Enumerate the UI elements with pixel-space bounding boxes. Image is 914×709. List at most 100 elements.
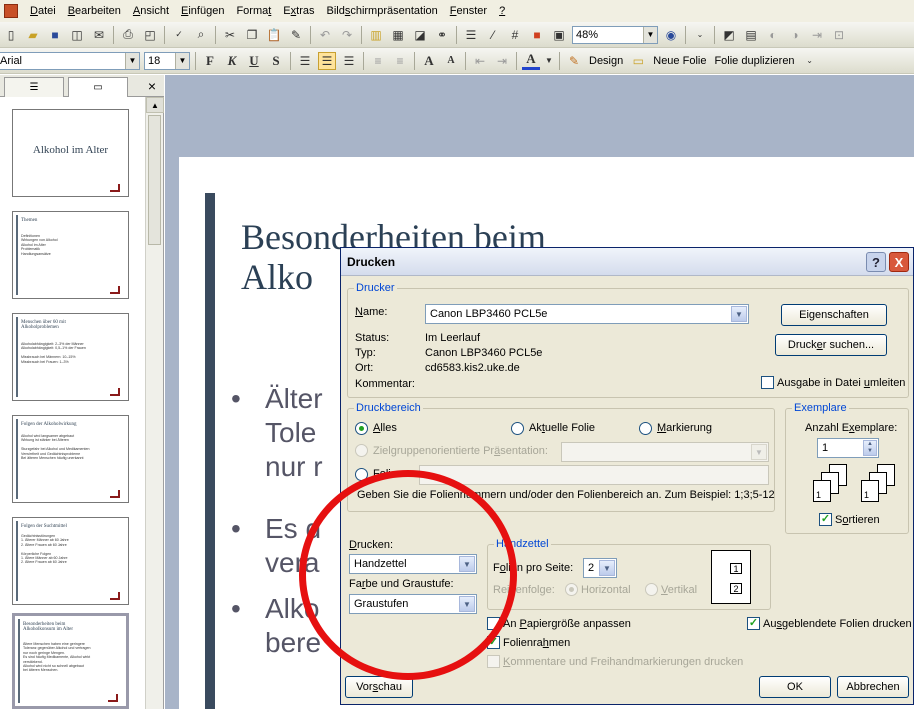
tab-outline[interactable]: ☰ bbox=[4, 77, 64, 97]
grid-icon[interactable]: # bbox=[506, 26, 524, 44]
color-grayscale-icon[interactable]: ■ bbox=[528, 26, 546, 44]
help-button[interactable]: ? bbox=[866, 252, 886, 272]
open-folder-icon[interactable]: ▰ bbox=[24, 26, 42, 44]
bold-button[interactable]: F bbox=[201, 52, 219, 70]
bullets-icon[interactable]: ≡ bbox=[391, 52, 409, 70]
menu-extras[interactable]: Extras bbox=[277, 5, 320, 17]
paste-icon[interactable]: 📋 bbox=[265, 26, 283, 44]
new-slide-icon[interactable]: ▭ bbox=[629, 52, 647, 70]
slides-per-page-select[interactable]: 2 ▼ bbox=[583, 558, 617, 578]
show-formatting-icon[interactable]: ⁄ bbox=[484, 26, 502, 44]
close-button[interactable]: X bbox=[889, 252, 909, 272]
chevron-down-icon[interactable]: ▼ bbox=[731, 306, 747, 322]
grow-font-button[interactable]: A bbox=[420, 52, 438, 70]
scroll-thumb[interactable] bbox=[148, 115, 161, 245]
new-document-icon[interactable]: ▯ bbox=[2, 26, 20, 44]
comments-checkbox[interactable] bbox=[487, 655, 500, 668]
save-icon[interactable]: ■ bbox=[46, 26, 64, 44]
menu-bildschirmpraesentation[interactable]: Bildschirmpräsentation bbox=[320, 5, 443, 17]
frame-slides-checkbox[interactable]: ✓ bbox=[487, 636, 500, 649]
email-icon[interactable]: ✉ bbox=[90, 26, 108, 44]
shadow-button[interactable]: S bbox=[267, 52, 285, 70]
thumbnails-scrollbar[interactable]: ▲ bbox=[145, 97, 164, 709]
close-icon[interactable]: × bbox=[148, 78, 156, 94]
slide-thumbnail-selected[interactable]: Besonderheiten beim Alkoholkonsum im Alt… bbox=[12, 613, 129, 709]
insert-chart-icon[interactable]: ▥ bbox=[367, 26, 385, 44]
font-combo[interactable]: Arial ▼ bbox=[0, 51, 140, 70]
arrange-icon[interactable]: ⇥ bbox=[808, 26, 826, 44]
cancel-button[interactable]: Abbrechen bbox=[837, 676, 909, 698]
print-hidden-slides-checkbox[interactable]: ✓ bbox=[747, 617, 760, 630]
collate-checkbox[interactable]: ✓ bbox=[819, 513, 832, 526]
scale-to-paper-checkbox[interactable] bbox=[487, 617, 500, 630]
research-icon[interactable]: ⌕ bbox=[192, 26, 210, 44]
powerpoint-app-icon[interactable] bbox=[4, 4, 18, 18]
range-custom-show-radio[interactable] bbox=[355, 444, 368, 457]
design-icon[interactable]: ✎ bbox=[565, 52, 583, 70]
distribute-icon[interactable]: ◑ bbox=[786, 26, 804, 44]
design-button[interactable]: Design bbox=[585, 55, 627, 67]
zoom-combo[interactable]: 48% ▼ bbox=[572, 25, 658, 44]
toolbar-options-icon[interactable]: ⌄ bbox=[691, 26, 709, 44]
numbering-icon[interactable]: ≡ bbox=[369, 52, 387, 70]
find-printer-button[interactable]: Druck e r suchen... bbox=[775, 334, 887, 356]
undo-icon[interactable]: ↶ bbox=[316, 26, 334, 44]
new-slide-button[interactable]: Neue Folie bbox=[649, 55, 710, 67]
slide-thumbnail[interactable]: Menschen über 60 mit Alkoholproblemen Al… bbox=[12, 313, 129, 401]
hyperlink-icon[interactable]: ⚭ bbox=[433, 26, 451, 44]
toolbar-options-icon[interactable]: ⌄ bbox=[801, 52, 819, 70]
slide-thumbnail[interactable]: Alkohol im Alter bbox=[12, 109, 129, 197]
slide-thumbnail[interactable]: Folgen der Suchtmittel Gedächtnisstörung… bbox=[12, 517, 129, 605]
range-selection-radio[interactable] bbox=[639, 422, 652, 435]
range-slides-label[interactable]: Folien: bbox=[373, 468, 406, 480]
decrease-indent-icon[interactable]: ⇤ bbox=[471, 52, 489, 70]
chevron-down-icon[interactable]: ▼ bbox=[751, 444, 767, 460]
print-hidden-slides-label[interactable]: Ausgeblendete Folien drucken bbox=[763, 618, 912, 630]
format-painter-icon[interactable]: ✎ bbox=[287, 26, 305, 44]
expand-all-icon[interactable]: ☰ bbox=[462, 26, 480, 44]
color-select[interactable]: Graustufen ▼ bbox=[349, 594, 477, 614]
font-size-combo[interactable]: 18 ▼ bbox=[144, 51, 190, 70]
order-vertical-radio[interactable] bbox=[645, 583, 658, 596]
properties-button[interactable]: Ei g enschaften bbox=[781, 304, 887, 326]
range-current-label[interactable]: Aktuelle Folie bbox=[529, 422, 595, 434]
tab-slides[interactable]: ▭ bbox=[68, 77, 128, 97]
menu-fenster[interactable]: Fenster bbox=[444, 5, 493, 17]
shrink-font-button[interactable]: A bbox=[442, 52, 460, 70]
chevron-down-icon[interactable]: ▼ bbox=[599, 560, 615, 576]
slide-thumbnail[interactable]: Folgen der Alkoholwirkung Alkohol wird l… bbox=[12, 415, 129, 503]
align-right-icon[interactable]: ☰ bbox=[340, 52, 358, 70]
spinner-arrows-icon[interactable]: ▲ ▼ bbox=[863, 440, 877, 456]
ok-button[interactable]: OK bbox=[759, 676, 831, 698]
cut-icon[interactable]: ✂ bbox=[221, 26, 239, 44]
chevron-down-icon[interactable]: ▼ bbox=[544, 52, 554, 70]
menu-datei[interactable]: Datei bbox=[24, 5, 62, 17]
order-horizontal-radio[interactable] bbox=[565, 583, 578, 596]
chevron-down-icon[interactable]: ▼ bbox=[643, 26, 657, 43]
align-center-icon[interactable]: ☰ bbox=[318, 51, 336, 70]
menu-einfuegen[interactable]: Einfügen bbox=[175, 5, 230, 17]
collate-label[interactable]: Sortieren bbox=[835, 514, 880, 526]
align-icon[interactable]: ◐ bbox=[764, 26, 782, 44]
slide-layout-icon[interactable]: ▣ bbox=[550, 26, 568, 44]
range-selection-label[interactable]: Markierung bbox=[657, 422, 712, 434]
insert-table-icon[interactable]: ▦ bbox=[389, 26, 407, 44]
custom-show-select[interactable]: ▼ bbox=[561, 442, 769, 462]
layout-toolbar-icon[interactable]: ▤ bbox=[742, 26, 760, 44]
print-to-file-label[interactable]: Ausgabe in Datei umleiten bbox=[777, 377, 905, 389]
copy-icon[interactable]: ❐ bbox=[243, 26, 261, 44]
chevron-down-icon[interactable]: ▼ bbox=[125, 52, 139, 69]
print-preview-icon[interactable]: ◰ bbox=[141, 26, 159, 44]
printer-name-select[interactable]: Canon LBP3460 PCL5e ▼ bbox=[425, 304, 749, 324]
redo-icon[interactable]: ↷ bbox=[338, 26, 356, 44]
menu-ansicht[interactable]: Ansicht bbox=[127, 5, 175, 17]
chevron-down-icon[interactable]: ▼ bbox=[459, 596, 475, 612]
slide-thumbnail[interactable]: Themen Definitionen Wirkungen von Alkoho… bbox=[12, 211, 129, 299]
italic-button[interactable]: K bbox=[223, 52, 241, 70]
align-left-icon[interactable]: ☰ bbox=[296, 52, 314, 70]
underline-button[interactable]: U bbox=[245, 52, 263, 70]
menu-help[interactable]: ? bbox=[493, 5, 511, 17]
font-color-button[interactable]: A bbox=[522, 51, 540, 70]
menu-bearbeiten[interactable]: Bearbeiten bbox=[62, 5, 127, 17]
picture-toolbar-icon[interactable]: ◩ bbox=[720, 26, 738, 44]
